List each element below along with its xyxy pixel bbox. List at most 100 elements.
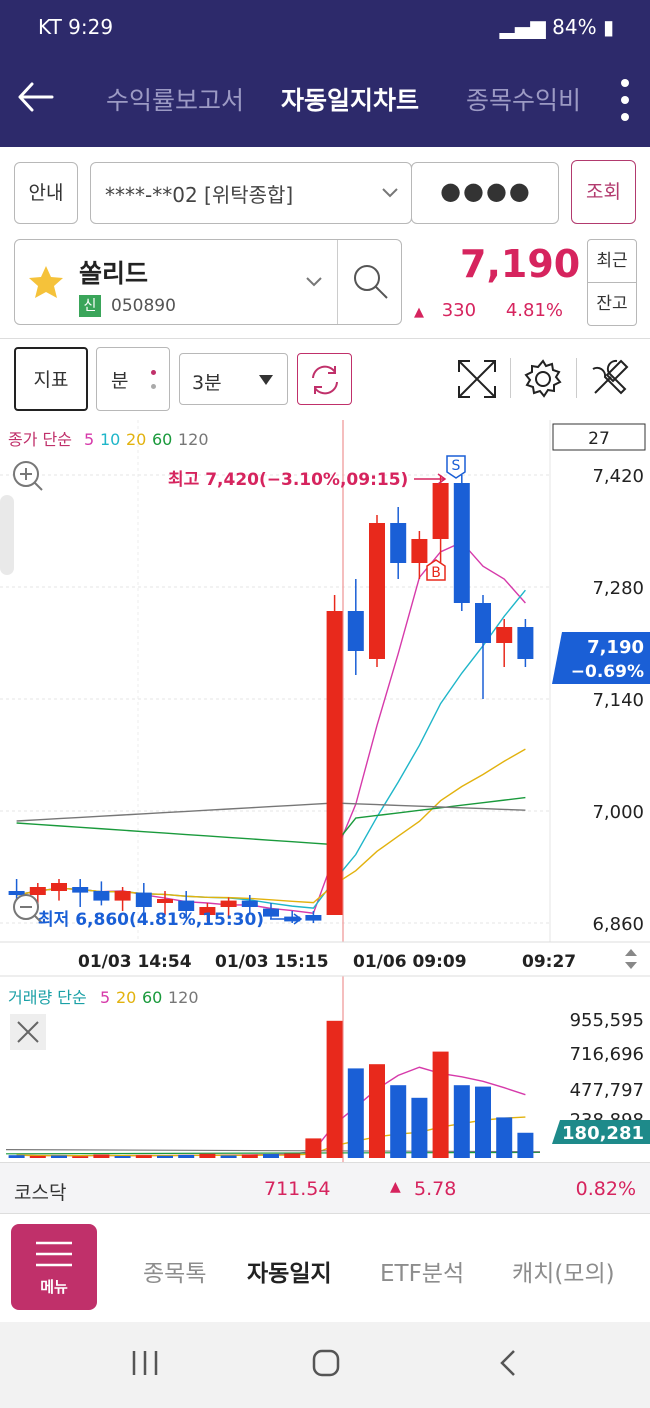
bottom-nav: 메뉴 종목톡 자동일지 ETF분석 캐치(모의)	[0, 1214, 650, 1322]
menu-button[interactable]: 메뉴	[11, 1224, 97, 1310]
tools-icon[interactable]	[589, 357, 631, 399]
price-tick: 6,860	[592, 914, 644, 935]
legend-vma60: 60	[142, 988, 162, 1007]
account-select[interactable]: ****-**02 [위탁종합]	[90, 162, 412, 224]
indicator-button[interactable]: 지표	[14, 347, 88, 411]
account-value: ****-**02 [위탁종합]	[105, 183, 294, 207]
status-left: KT 9:29	[38, 15, 113, 39]
candle-body	[305, 915, 322, 921]
credit-badge: 신	[79, 295, 101, 317]
up-triangle-icon: ▲	[390, 1179, 401, 1195]
legend-ma60: 60	[152, 430, 172, 449]
candle-body	[411, 539, 428, 563]
expand-icon[interactable]	[456, 358, 498, 400]
settings-gear-icon[interactable]	[522, 358, 564, 400]
refresh-button[interactable]	[297, 353, 352, 405]
price-change: ▲ 330 4.81%	[414, 300, 563, 321]
price-tick: 7,280	[592, 578, 644, 599]
volume-bar	[8, 1155, 25, 1158]
current-price-tag-value: 7,190	[587, 637, 644, 658]
time-tick: 01/06 09:09	[353, 952, 467, 972]
nav-stock-talk[interactable]: 종목톡	[143, 1254, 206, 1288]
volume-bar	[432, 1051, 449, 1158]
volume-bar	[305, 1138, 322, 1158]
battery-level: 84%	[552, 15, 597, 39]
password-field[interactable]: ●●●●	[411, 162, 559, 224]
query-button[interactable]: 조회	[571, 160, 636, 224]
stock-code: 050890	[111, 296, 176, 316]
sell-marker: S	[446, 455, 466, 479]
count-value: 27	[588, 429, 610, 449]
balance-button[interactable]: 잔고	[587, 282, 637, 326]
unit-label: 분	[111, 370, 129, 392]
candle-body	[432, 483, 449, 539]
candle-body	[29, 887, 46, 895]
volume-bar	[51, 1155, 67, 1158]
candle-body	[8, 891, 25, 895]
zoom-in-icon	[13, 461, 43, 491]
candle-body	[347, 611, 364, 651]
current-price: 7,190	[460, 242, 581, 286]
market-value: 711.54	[264, 1178, 331, 1200]
interval-select[interactable]: 3분	[179, 353, 288, 405]
volume-bar	[369, 1064, 385, 1158]
tab-auto-journal-chart[interactable]: 자동일지차트	[281, 81, 419, 117]
price-legend-prefix: 종가 단순	[8, 430, 72, 449]
nav-catch-mock[interactable]: 캐치(모의)	[512, 1254, 615, 1288]
candle-body	[93, 891, 110, 901]
tab-profit-report[interactable]: 수익률보고서	[106, 81, 244, 117]
legend-ma5: 5	[84, 430, 94, 449]
price-tick: 7,140	[592, 690, 644, 711]
ma120-line	[16, 802, 526, 822]
price-tick: 7,000	[592, 802, 644, 823]
divider	[576, 358, 577, 398]
divider	[510, 358, 511, 398]
status-right: ▂▄▆ 84% ▮	[500, 15, 614, 39]
candle-body	[72, 887, 89, 893]
recent-button[interactable]: 최근	[587, 239, 637, 283]
volume-bar	[241, 1154, 258, 1158]
back-arrow-icon[interactable]	[16, 77, 56, 117]
candle-body	[369, 523, 385, 659]
stock-selector[interactable]: 쏠리드 신 050890	[14, 239, 402, 325]
nav-etf-analysis[interactable]: ETF분석	[380, 1254, 464, 1288]
candle-body	[241, 900, 258, 907]
system-back-icon[interactable]	[494, 1348, 524, 1378]
time-tick: 09:27	[522, 952, 576, 972]
ma60-line	[16, 796, 526, 846]
favorite-star-icon[interactable]	[27, 264, 65, 300]
low-annotation: 최저 6,860(4.81%,15:30)	[38, 910, 264, 930]
volume-legend-prefix: 거래량 단순	[8, 988, 87, 1007]
dot-icon	[151, 370, 156, 375]
carrier-label: KT	[38, 15, 62, 39]
volume-bar	[135, 1155, 152, 1158]
home-icon[interactable]	[311, 1348, 341, 1378]
up-triangle-icon: ▲	[414, 305, 424, 320]
volume-bar	[199, 1153, 216, 1158]
current-price-tag-pct: −0.69%	[571, 662, 644, 682]
ma20-line	[16, 748, 526, 904]
tab-stock-profit[interactable]: 종목수익비	[466, 81, 590, 117]
search-icon[interactable]	[351, 262, 391, 302]
volume-bar	[93, 1154, 110, 1158]
market-index-bar[interactable]: 코스닥 711.54 ▲ 5.78 0.82%	[0, 1162, 650, 1214]
legend-ma10: 10	[100, 430, 120, 449]
legend-vma5: 5	[100, 988, 110, 1007]
recent-apps-icon[interactable]	[130, 1348, 160, 1378]
close-volume-icon	[10, 1014, 46, 1050]
scroll-arrows-icon	[625, 949, 637, 969]
market-change: 5.78	[414, 1178, 457, 1200]
volume-bar	[178, 1154, 195, 1158]
chevron-down-icon	[306, 277, 322, 287]
app-bar: 수익률보고서 자동일지차트 종목수익비	[0, 55, 650, 147]
price-chart[interactable]: 종가 단순 5 10 20 60 120 27 최고 7,420(−3.10%,…	[0, 420, 650, 1162]
more-vertical-icon[interactable]	[620, 75, 630, 125]
sell-marker-label: S	[452, 458, 461, 474]
volume-bar	[453, 1085, 470, 1158]
nav-auto-journal[interactable]: 자동일지	[247, 1254, 332, 1288]
unit-button[interactable]: 분	[96, 347, 170, 411]
candle-body	[517, 627, 534, 659]
high-arrow	[414, 473, 447, 485]
guide-button[interactable]: 안내	[14, 162, 78, 224]
divider	[0, 338, 650, 339]
